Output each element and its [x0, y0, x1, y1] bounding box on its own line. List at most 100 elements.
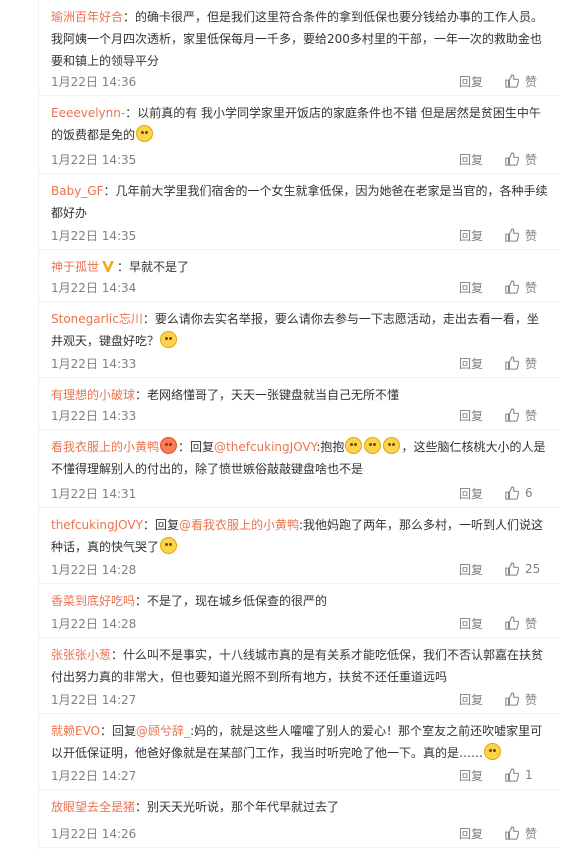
comment-time: 1月22日 14:33 — [51, 408, 137, 423]
comment-username[interactable]: 瑜洲百年好合 — [51, 10, 123, 24]
like-button[interactable]: 赞 — [505, 825, 549, 842]
comment-text: Baby_GF：几年前大学里我们宿舍的一个女生就拿低保，因为她爸在老家是当官的，… — [51, 180, 549, 224]
comment-text: Eeeevelynn-：以前真的有 我小学同学家里开饭店的家庭条件也不错 但是居… — [51, 102, 549, 146]
like-button[interactable]: 1 — [505, 768, 549, 782]
comment-item: 瑜洲百年好合：的确卡很严，但是我们这里符合条件的拿到低保也要分钱给办事的工作人员… — [39, 0, 559, 96]
comment-meta: 1月22日 14:27 回复 1 — [51, 765, 549, 785]
reply-button[interactable]: 回复 — [459, 227, 505, 244]
reply-button[interactable]: 回复 — [459, 279, 505, 296]
comment-body: ：早就不是了 — [117, 260, 190, 274]
comment-item: 看我衣服上的小黄鸭 ：回复@thefcukingJOVY:抱抱 ，这些脑仁核桃大小的… — [39, 430, 559, 508]
like-label: 赞 — [525, 280, 538, 295]
comment-meta: 1月22日 14:33 回复 赞 — [51, 405, 549, 425]
comment-body: ：别天天光听说，那个年代早就过去了 — [135, 800, 340, 814]
comment-item: 有理想的小破球：老网络懂哥了，天天一张键盘就当自己无所不懂 1月22日 14:3… — [39, 378, 559, 430]
like-button[interactable]: 赞 — [505, 279, 549, 296]
comment-item: 放眼望去全是猪：别天天光听说，那个年代早就过去了 1月22日 14:26 回复 … — [39, 790, 559, 848]
like-label: 赞 — [525, 408, 538, 423]
reply-button[interactable]: 回复 — [459, 485, 505, 502]
comment-time: 1月22日 14:28 — [51, 616, 137, 631]
comment-item: 神于孤世 ：早就不是了 1月22日 14:34 回复 赞 — [39, 250, 559, 302]
comment-time: 1月22日 14:27 — [51, 692, 137, 707]
like-label: 赞 — [525, 152, 538, 167]
like-label: 赞 — [525, 692, 538, 707]
like-button[interactable]: 赞 — [505, 407, 549, 424]
comment-time: 1月22日 14:35 — [51, 228, 137, 243]
reply-button[interactable]: 回复 — [459, 151, 505, 168]
comment-meta: 1月22日 14:35 回复 赞 — [51, 225, 549, 245]
like-button[interactable]: 赞 — [505, 151, 549, 168]
like-button[interactable]: 6 — [505, 486, 549, 500]
comment-username[interactable]: 香菜到底好吃吗 — [51, 594, 135, 608]
reply-button[interactable]: 回复 — [459, 767, 505, 784]
comment-username[interactable]: 张张张小葱 — [51, 648, 111, 662]
thumbs-up-icon — [505, 228, 519, 242]
comment-text: 神于孤世 ：早就不是了 — [51, 256, 549, 278]
comment-username[interactable]: Eeeevelynn- — [51, 106, 125, 120]
thumbs-up-icon — [505, 692, 519, 706]
reply-button[interactable]: 回复 — [459, 73, 505, 90]
comment-username[interactable]: 神于孤世 — [51, 260, 99, 274]
like-button[interactable]: 25 — [505, 562, 549, 576]
comment-username[interactable]: 看我衣服上的小黄鸭 — [51, 440, 159, 454]
reply-button[interactable]: 回复 — [459, 561, 505, 578]
sweat-emoji-icon — [136, 125, 154, 142]
thumbs-up-icon — [505, 74, 519, 88]
comment-item: 张张张小葱：什么叫不是事实，十八线城市真的是有关系才能吃低保，我们不否认郭嘉在扶… — [39, 638, 559, 714]
comment-body: ：几年前大学里我们宿舍的一个女生就拿低保，因为她爸在老家是当官的，各种手续都好办 — [51, 184, 548, 220]
thumbs-up-icon — [505, 768, 519, 782]
comment-time: 1月22日 14:28 — [51, 562, 137, 577]
comment-meta: 1月22日 14:36 回复 赞 — [51, 71, 549, 91]
comment-username[interactable]: 就赖EVO — [51, 724, 100, 738]
comment-text: 瑜洲百年好合：的确卡很严，但是我们这里符合条件的拿到低保也要分钱给办事的工作人员… — [51, 6, 549, 72]
reply-button[interactable]: 回复 — [459, 355, 505, 372]
comment-body: :抱抱 — [316, 440, 345, 454]
comment-meta: 1月22日 14:28 回复 赞 — [51, 613, 549, 633]
comment-item: 香菜到底好吃吗：不是了，现在城乡低保查的很严的 1月22日 14:28 回复 赞 — [39, 584, 559, 638]
reply-button[interactable]: 回复 — [459, 691, 505, 708]
mention-link[interactable]: @thefcukingJOVY — [214, 440, 316, 454]
comment-item: thefcukingJOVY：回复@看我衣服上的小黄鸭:我他妈跑了两年，那么多村… — [39, 508, 559, 584]
comment-body: ：不是了，现在城乡低保查的很严的 — [135, 594, 328, 608]
verified-v-icon — [102, 261, 115, 272]
comment-prefix: ：回复 — [100, 724, 137, 738]
like-button[interactable]: 赞 — [505, 355, 549, 372]
comment-item: Eeeevelynn-：以前真的有 我小学同学家里开饭店的家庭条件也不错 但是居… — [39, 96, 559, 174]
reply-button[interactable]: 回复 — [459, 407, 505, 424]
comment-username[interactable]: thefcukingJOVY — [51, 518, 143, 532]
comment-time: 1月22日 14:35 — [51, 152, 137, 167]
like-count: 1 — [525, 768, 533, 782]
like-label: 赞 — [525, 356, 538, 371]
comment-text: 张张张小葱：什么叫不是事实，十八线城市真的是有关系才能吃低保，我们不否认郭嘉在扶… — [51, 644, 549, 688]
comment-meta: 1月22日 14:31 回复 6 — [51, 483, 549, 503]
comment-body: ：什么叫不是事实，十八线城市真的是有关系才能吃低保，我们不否认郭嘉在扶贫付出努力… — [51, 648, 544, 684]
crying-emoji-icon — [160, 537, 178, 554]
comment-username[interactable]: 有理想的小破球 — [51, 388, 135, 402]
reply-button[interactable]: 回复 — [459, 825, 505, 842]
like-button[interactable]: 赞 — [505, 615, 549, 632]
like-button[interactable]: 赞 — [505, 691, 549, 708]
like-count: 6 — [525, 486, 533, 500]
like-button[interactable]: 赞 — [505, 227, 549, 244]
comment-username[interactable]: 放眼望去全是猪 — [51, 800, 135, 814]
comment-username[interactable]: Stonegarlic忘川 — [51, 312, 143, 326]
thumbs-up-icon — [505, 356, 519, 370]
comment-text: 就赖EVO：回复@顾兮辞_:妈的，就是这些人嚯嚯了别人的爱心！那个室友之前还吹嘘… — [51, 720, 549, 764]
like-button[interactable]: 赞 — [505, 73, 549, 90]
comment-time: 1月22日 14:31 — [51, 486, 137, 501]
comment-prefix: ：回复 — [178, 440, 215, 454]
comment-item: 就赖EVO：回复@顾兮辞_:妈的，就是这些人嚯嚯了别人的爱心！那个室友之前还吹嘘… — [39, 714, 559, 790]
mention-link[interactable]: @看我衣服上的小黄鸭 — [179, 518, 299, 532]
comment-meta: 1月22日 14:35 回复 赞 — [51, 149, 549, 169]
like-label: 赞 — [525, 826, 538, 841]
reply-button[interactable]: 回复 — [459, 615, 505, 632]
comment-meta: 1月22日 14:34 回复 赞 — [51, 277, 549, 297]
thumbs-up-icon — [505, 152, 519, 166]
comment-time: 1月22日 14:26 — [51, 826, 137, 841]
user-badge-icon — [160, 437, 178, 454]
comment-username[interactable]: Baby_GF — [51, 184, 104, 198]
mention-link[interactable]: @顾兮辞_ — [136, 724, 190, 738]
comment-text: Stonegarlic忘川：要么请你去实名举报，要么请你去参与一下志愿活动，走出… — [51, 308, 549, 352]
comment-body: ：老网络懂哥了，天天一张键盘就当自己无所不懂 — [135, 388, 400, 402]
comment-item: Baby_GF：几年前大学里我们宿舍的一个女生就拿低保，因为她爸在老家是当官的，… — [39, 174, 559, 250]
